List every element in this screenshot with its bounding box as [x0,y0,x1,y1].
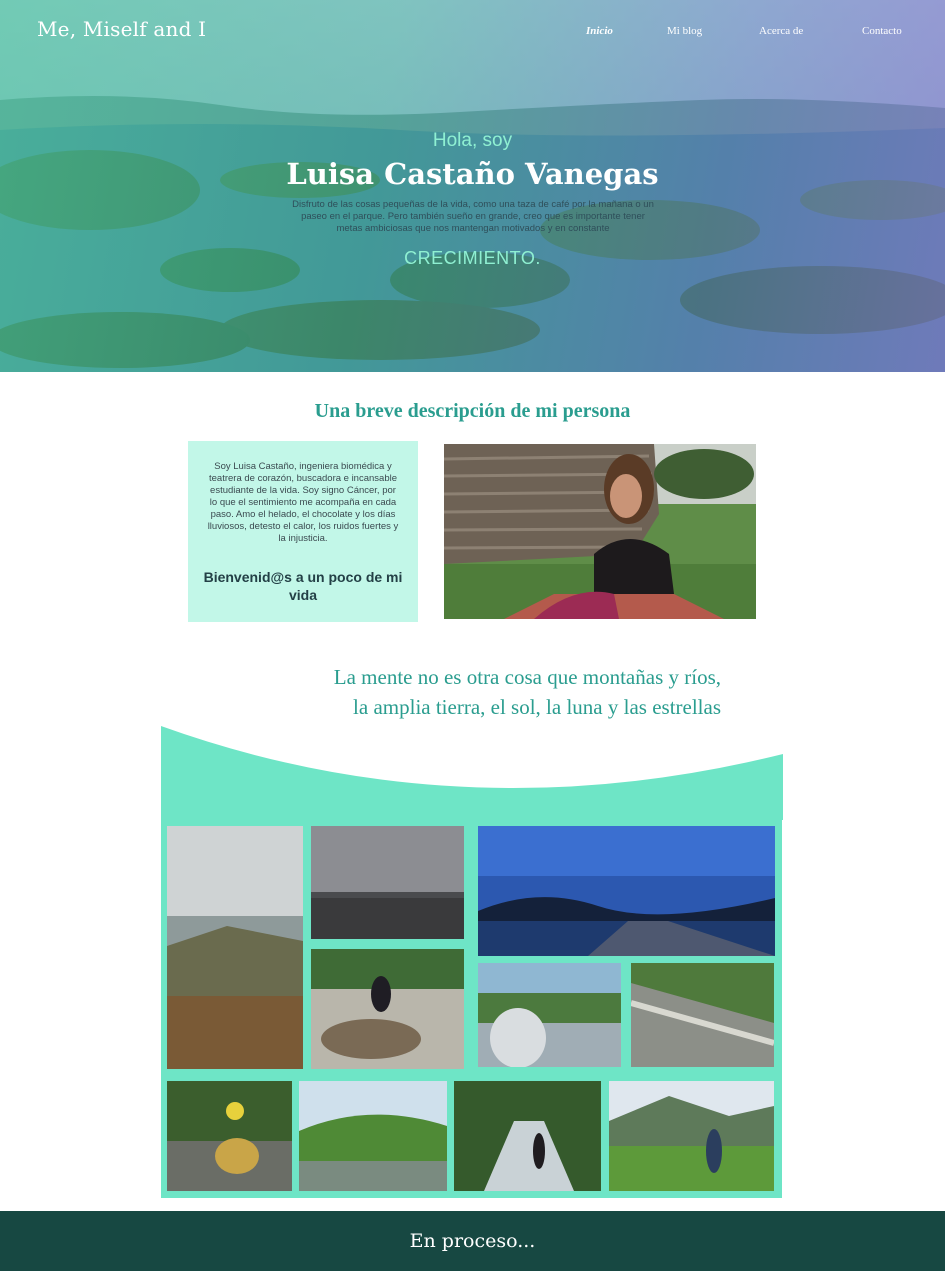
photo-gallery [161,819,782,1198]
bio-welcome: Bienvenid@s a un poco de mi vida [203,569,403,603]
quote-line-1: La mente no es otra cosa que montañas y … [333,665,721,689]
bio-text: Soy Luisa Castaño, ingeniera biomédica y… [207,461,399,544]
hero-greeting: Hola, soy [432,130,513,151]
gallery-photo-cloudy-hill[interactable] [167,826,303,1069]
wave-divider [161,726,783,820]
portrait-photo [444,444,756,619]
hero-description: Disfruto de las cosas pequeñas de la vid… [292,199,654,234]
gallery-photo-river-rocks[interactable] [311,949,464,1069]
about-title: Una breve descripción de mi persona [314,400,631,422]
nav-item-acerca-de[interactable]: Acerca de [759,25,803,37]
bio-card: Soy Luisa Castaño, ingeniera biomédica y… [188,441,418,622]
footer: En proceso... [0,1211,945,1271]
footer-text: En proceso... [409,1230,536,1252]
gallery-photo-waterfall[interactable] [454,1081,601,1191]
hero-highlight: CRECIMIENTO. [404,248,541,268]
hero-section: Me, Miself and I Inicio Mi blog Acerca d… [0,0,945,372]
nav-item-mi-blog[interactable]: Mi blog [667,25,702,37]
nav-item-contacto[interactable]: Contacto [862,25,902,37]
nav-item-inicio[interactable]: Inicio [586,25,613,37]
gallery-photo-mountain-meadow[interactable] [609,1081,774,1191]
quote-line-2: la amplia tierra, el sol, la luna y las … [353,695,721,719]
gallery-photo-stream-steps[interactable] [631,963,774,1067]
gallery-photo-dusk-road[interactable] [311,826,464,939]
gallery-photo-woman-river[interactable] [478,963,621,1067]
gallery-photo-garden-sitting[interactable] [167,1081,292,1191]
gallery-photo-night-lake[interactable] [478,826,775,956]
main-nav: Inicio Mi blog Acerca de Contacto [0,25,945,39]
hero-name: Luisa Castaño Vanegas [286,157,659,191]
gallery-photo-green-hills[interactable] [299,1081,447,1191]
